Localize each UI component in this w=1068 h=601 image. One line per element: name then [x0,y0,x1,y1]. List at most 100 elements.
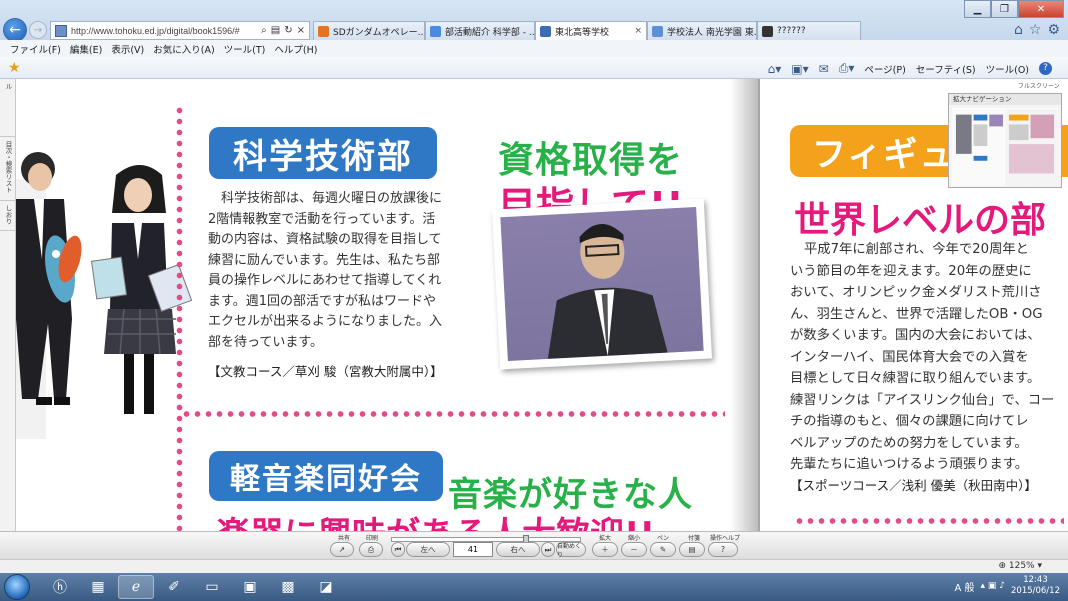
start-button[interactable] [4,574,30,600]
tab-tohoku-high[interactable]: 東北高等学校 × [535,21,647,40]
zoom-level[interactable]: ⊕ 125% ▾ [998,561,1042,571]
menu-help[interactable]: ヘルプ(H) [274,42,317,56]
close-tab-icon[interactable]: × [634,26,642,36]
science-club-credit: 【文教コース／草刈 駿（宮教大附属中）】 [208,364,443,379]
hp-icon[interactable]: ⓗ [42,575,78,599]
menu-tools[interactable]: ツール(T) [224,42,266,56]
menu-favorites[interactable]: お気に入り(A) [153,42,214,56]
help-icon[interactable]: ? [1039,62,1052,75]
search-icon[interactable]: ⌕ [261,25,267,36]
side-tab-search-list[interactable]: 目次・検索リスト [0,137,16,201]
stop-icon[interactable]: × [297,25,305,36]
ime-indicator[interactable]: A 般 [954,579,974,594]
compat-view-icon[interactable]: ▤ [271,25,280,36]
tray-icons[interactable]: ▴ ▣ ♪ [981,581,1006,591]
safety-menu[interactable]: セーフティ(S) [916,62,976,76]
status-bar: ⊕ 125% ▾ [0,559,1068,573]
tab-favicon-icon [540,25,551,37]
body-line: 先輩たちに追いつけるよう頑張ります。 [790,457,1029,472]
tab-strip: SDガンダムオペレー... 部活動紹介 科学部 - ... 東北高等学校 × 学… [313,21,861,40]
back-button[interactable]: ← [3,18,27,42]
music-club-title: 軽音楽同好会 [209,451,443,501]
zoom-navigation-panel[interactable]: 拡大ナビゲーション [948,93,1062,188]
tab-label: 学校法人 南光学園 東... [667,27,757,38]
skating-club-body: 平成7年に創部され、今年で20周年と いう節目の年を迎えます。20年の歴史に お… [790,239,1068,476]
menu-edit[interactable]: 編集(E) [70,42,102,56]
restore-button[interactable]: ❐ [991,0,1018,18]
print-button[interactable]: ⎙ [359,542,383,557]
help-button[interactable]: ? [708,542,738,557]
share-button[interactable]: ↗ [330,542,354,557]
command-bar: ★ ⌂▾ ▣▾ ✉ ⎙▾ ページ(P) セーフティ(S) ツール(O) ? [0,57,1068,79]
side-tab-bookmarks[interactable]: しおり [0,201,16,231]
google-favicon-icon [430,25,441,37]
music-catch-line2: 楽器に興味がある人大歓迎!! [216,507,726,531]
paint-icon[interactable]: ✐ [156,575,192,599]
arrow-left-icon: ← [9,22,21,38]
minus-icon: － [630,545,638,554]
science-club-body: 科学技術部は、毎週火曜日の放課後に 2階情報教室で活動を行っています。活 動の内… [208,189,488,353]
last-page-button[interactable]: ⏭ [541,542,555,557]
tab-unknown[interactable]: ?????? [757,21,861,40]
body-line: が数多くいます。国内の大会においては、 [790,328,1041,343]
auto-flip-button[interactable]: 自動めくり [556,542,586,559]
page-number-input[interactable]: 41 [453,542,493,557]
tab-science-club[interactable]: 部活動紹介 科学部 - ... [425,21,535,40]
tab-sd-gundam[interactable]: SDガンダムオペレー... [313,21,425,40]
tab-nanko-gakuen[interactable]: 学校法人 南光学園 東... [647,21,757,40]
page-thumbnail[interactable] [952,108,1058,186]
close-window-button[interactable]: ✕ [1018,0,1064,18]
internet-explorer-icon[interactable]: ℯ [118,575,154,599]
forward-button[interactable]: → [29,21,47,39]
prev-label: 左へ [420,545,436,554]
site-favicon-icon [55,24,67,37]
feeds-icon[interactable]: ▣▾ [791,62,808,76]
help-label: 操作ヘルプ [710,535,741,542]
home-icon[interactable]: ⌂ [1014,22,1023,38]
body-line: ベルアップのための努力をしています。 [790,435,1028,451]
tools-menu[interactable]: ツール(O) [986,62,1029,76]
menu-view[interactable]: 表示(V) [111,42,144,56]
next-page-button[interactable]: 右へ [496,542,540,557]
page-menu[interactable]: ページ(P) [864,62,905,76]
favorites-star-icon[interactable]: ☆ [1029,22,1042,38]
plus-icon: ＋ [601,545,609,554]
explorer-folder-icon[interactable]: ▭ [194,575,230,599]
refresh-icon[interactable]: ↻ [284,25,292,36]
address-url[interactable]: http://www.tohoku.ed.jp/digital/book1596… [71,26,257,36]
first-page-button[interactable]: ⏮ [391,542,405,557]
member-photo [500,206,704,362]
window-app-icon[interactable]: ▣ [232,575,268,599]
dotted-border-vertical [176,105,183,531]
students-photo [16,152,193,439]
pen-label: ペン [657,535,670,542]
windows-taskbar: ⓗ ▦ ℯ ✐ ▭ ▣ ▩ ◪ A 般 ▴ ▣ ♪ 12:43 2015/06/… [0,573,1068,601]
pen-button[interactable]: ✎ [650,542,676,557]
settings-gear-icon[interactable]: ⚙ [1047,22,1060,38]
body-line: 員の操作レベルにあわせて指導してくれ [208,273,442,288]
fullscreen-button[interactable]: フルスクリーン [1018,81,1060,90]
office-icon[interactable]: ▦ [80,575,116,599]
print-icon[interactable]: ⎙▾ [839,61,855,76]
mail-icon[interactable]: ✉ [819,62,829,76]
minimize-button[interactable]: ▁ [964,0,991,18]
auto-flip-label: 自動めくり [557,542,582,559]
sticky-note-button[interactable]: ▤ [679,542,705,557]
zoom-out-button[interactable]: － [621,542,647,557]
home-page-icon[interactable]: ⌂▾ [768,62,782,76]
pdf-icon[interactable]: ▩ [270,575,306,599]
zoom-in-button[interactable]: ＋ [592,542,618,557]
left-page[interactable]: 科学技術部 資格取得を 目指して!! 科学技術部は、毎週火曜日の放課後に 2階情… [16,79,758,531]
dotted-border-horizontal [794,517,1064,525]
body-line: ます。週1回の部活ですが私はワードや [208,293,436,309]
body-line: 練習に励んでいます。先生は、私たち部 [208,252,441,268]
prev-page-button[interactable]: 左へ [406,542,450,557]
notes-icon[interactable]: ◪ [308,575,344,599]
skating-club-credit: 【スポーツコース／浅利 優美（秋田南中）】 [790,478,1037,493]
add-favorite-star-icon[interactable]: ★ [8,60,21,76]
address-bar[interactable]: http://www.tohoku.ed.jp/digital/book1596… [50,21,310,40]
tab-favicon-icon [652,25,663,37]
clock[interactable]: 12:43 2015/06/12 [1011,575,1060,597]
window-controls: ▁ ❐ ✕ [964,0,1064,18]
menu-file[interactable]: ファイル(F) [10,42,61,56]
